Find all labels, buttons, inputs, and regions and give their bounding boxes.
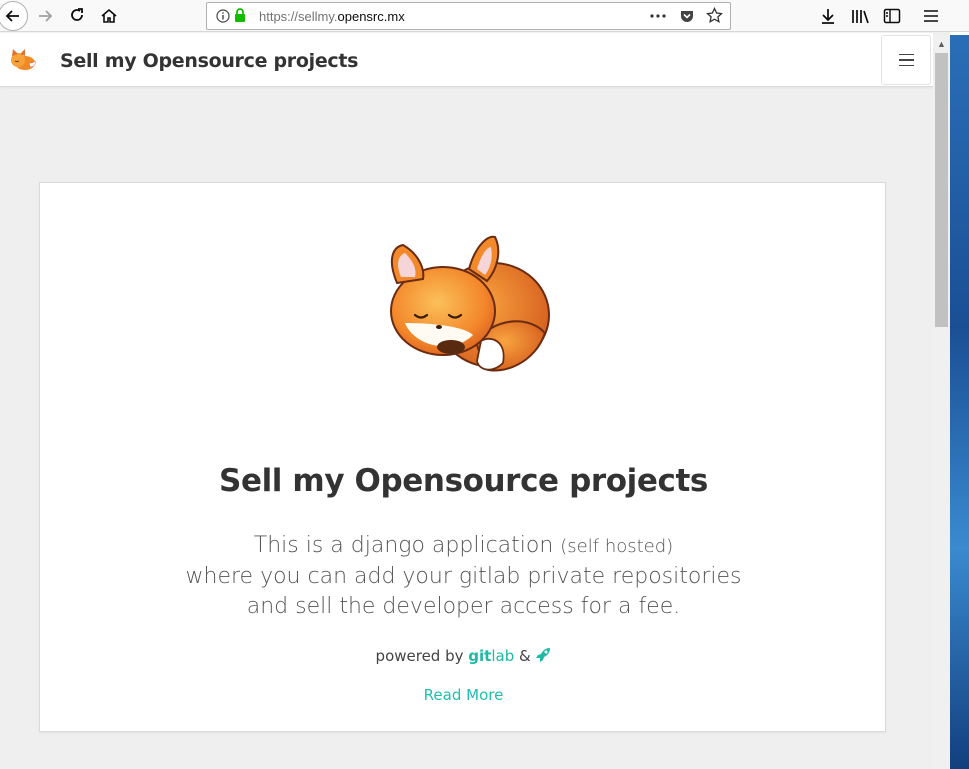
rocket-icon[interactable] bbox=[535, 647, 551, 663]
home-button[interactable] bbox=[97, 4, 121, 28]
star-icon[interactable] bbox=[706, 7, 723, 24]
pocket-icon[interactable] bbox=[679, 8, 695, 24]
read-more-link[interactable]: Read More bbox=[40, 686, 887, 704]
browser-toolbar: https://sellmy.opensrc.mx bbox=[0, 0, 969, 32]
forward-icon bbox=[39, 10, 53, 22]
site-navbar: Sell my Opensource projects bbox=[0, 33, 933, 87]
download-icon bbox=[822, 9, 834, 24]
url-bar[interactable]: https://sellmy.opensrc.mx bbox=[206, 2, 731, 30]
hero-card: Sell my Opensource projects This is a dj… bbox=[39, 182, 886, 732]
sidebar-icon bbox=[883, 8, 901, 24]
fox-illustration bbox=[390, 235, 550, 372]
menu-button[interactable] bbox=[919, 4, 943, 28]
powered-by: powered by gitlab & bbox=[40, 647, 887, 665]
library-icon bbox=[852, 10, 869, 24]
back-icon bbox=[5, 10, 19, 22]
reload-icon bbox=[71, 8, 83, 21]
page-scrollbar[interactable]: ▲ bbox=[933, 35, 950, 769]
forward-button[interactable] bbox=[33, 4, 57, 28]
home-icon bbox=[101, 8, 117, 23]
library-button[interactable] bbox=[848, 4, 872, 28]
ampersand: & bbox=[514, 647, 536, 665]
powered-by-label: powered by bbox=[375, 647, 469, 665]
lock-icon[interactable] bbox=[234, 8, 246, 23]
page-viewport: Sell my Opensource projects Sell my Open… bbox=[0, 33, 933, 769]
brand-title[interactable]: Sell my Opensource projects bbox=[60, 50, 358, 72]
url-text[interactable]: https://sellmy.opensrc.mx bbox=[259, 9, 405, 24]
description-line-3: and sell the developer access for a fee. bbox=[246, 594, 681, 619]
description-line-2: where you can add your gitlab private re… bbox=[185, 564, 742, 589]
desktop-background bbox=[950, 32, 969, 769]
nav-toggle-button[interactable] bbox=[881, 35, 931, 85]
hamburger-icon bbox=[898, 53, 914, 56]
reload-button[interactable] bbox=[65, 4, 89, 28]
self-hosted-note: (self hosted) bbox=[560, 536, 674, 557]
gitlab-link[interactable]: gitlab bbox=[468, 647, 514, 665]
sidebar-button[interactable] bbox=[880, 4, 904, 28]
scroll-up-arrow[interactable]: ▲ bbox=[933, 35, 950, 52]
menu-icon bbox=[924, 10, 938, 22]
back-button[interactable] bbox=[0, 1, 28, 31]
hero-title: Sell my Opensource projects bbox=[219, 463, 708, 499]
downloads-button[interactable] bbox=[816, 4, 840, 28]
fox-logo[interactable] bbox=[8, 47, 38, 73]
more-icon[interactable] bbox=[650, 14, 666, 18]
description-line-1: This is a django application bbox=[253, 533, 561, 558]
scroll-thumb[interactable] bbox=[935, 53, 948, 327]
hero-description: This is a django application (self hoste… bbox=[40, 531, 887, 622]
info-icon[interactable] bbox=[216, 9, 230, 23]
